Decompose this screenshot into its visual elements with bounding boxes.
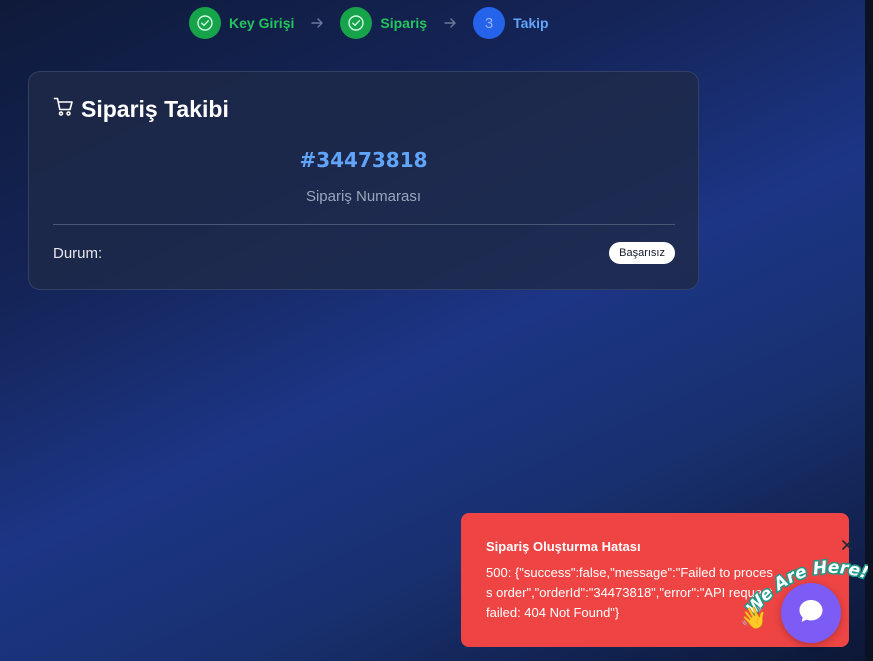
arrow-right-icon xyxy=(310,16,324,30)
toast-title: Sipariş Oluşturma Hatası xyxy=(486,539,641,554)
card-header: Sipariş Takibi xyxy=(53,96,229,123)
progress-stepper: Key Girişi Sipariş 3 Takip xyxy=(189,7,549,39)
step-label: Sipariş xyxy=(380,15,428,31)
status-label: Durum: xyxy=(53,245,103,262)
waving-hand-icon: 👋 xyxy=(740,605,768,630)
toast-message: 500: {"success":false,"message":"Failed … xyxy=(486,565,773,620)
chat-icon xyxy=(796,596,826,631)
page-title: Sipariş Takibi xyxy=(81,96,229,122)
order-number-caption: Sipariş Numarası xyxy=(305,188,422,205)
close-icon[interactable] xyxy=(839,537,855,553)
step-number: 3 xyxy=(473,7,506,39)
step-label: Takip xyxy=(513,15,549,31)
arrow-right-icon xyxy=(443,16,457,30)
step-key-girisi: Key Girişi xyxy=(189,7,294,39)
divider xyxy=(53,224,675,225)
order-number: #34473818 xyxy=(299,148,428,172)
order-tracking-card: Sipariş Takibi #34473818 Sipariş Numaras… xyxy=(28,71,699,290)
status-badge: Başarısız xyxy=(609,242,675,264)
step-takip: 3 Takip xyxy=(473,7,549,39)
step-label: Key Girişi xyxy=(229,15,295,31)
shopping-cart-icon xyxy=(53,96,75,123)
step-siparis: Sipariş xyxy=(340,7,427,39)
check-circle-icon xyxy=(189,7,221,39)
check-circle-icon xyxy=(340,7,373,39)
chat-launcher-button[interactable] xyxy=(781,583,841,643)
